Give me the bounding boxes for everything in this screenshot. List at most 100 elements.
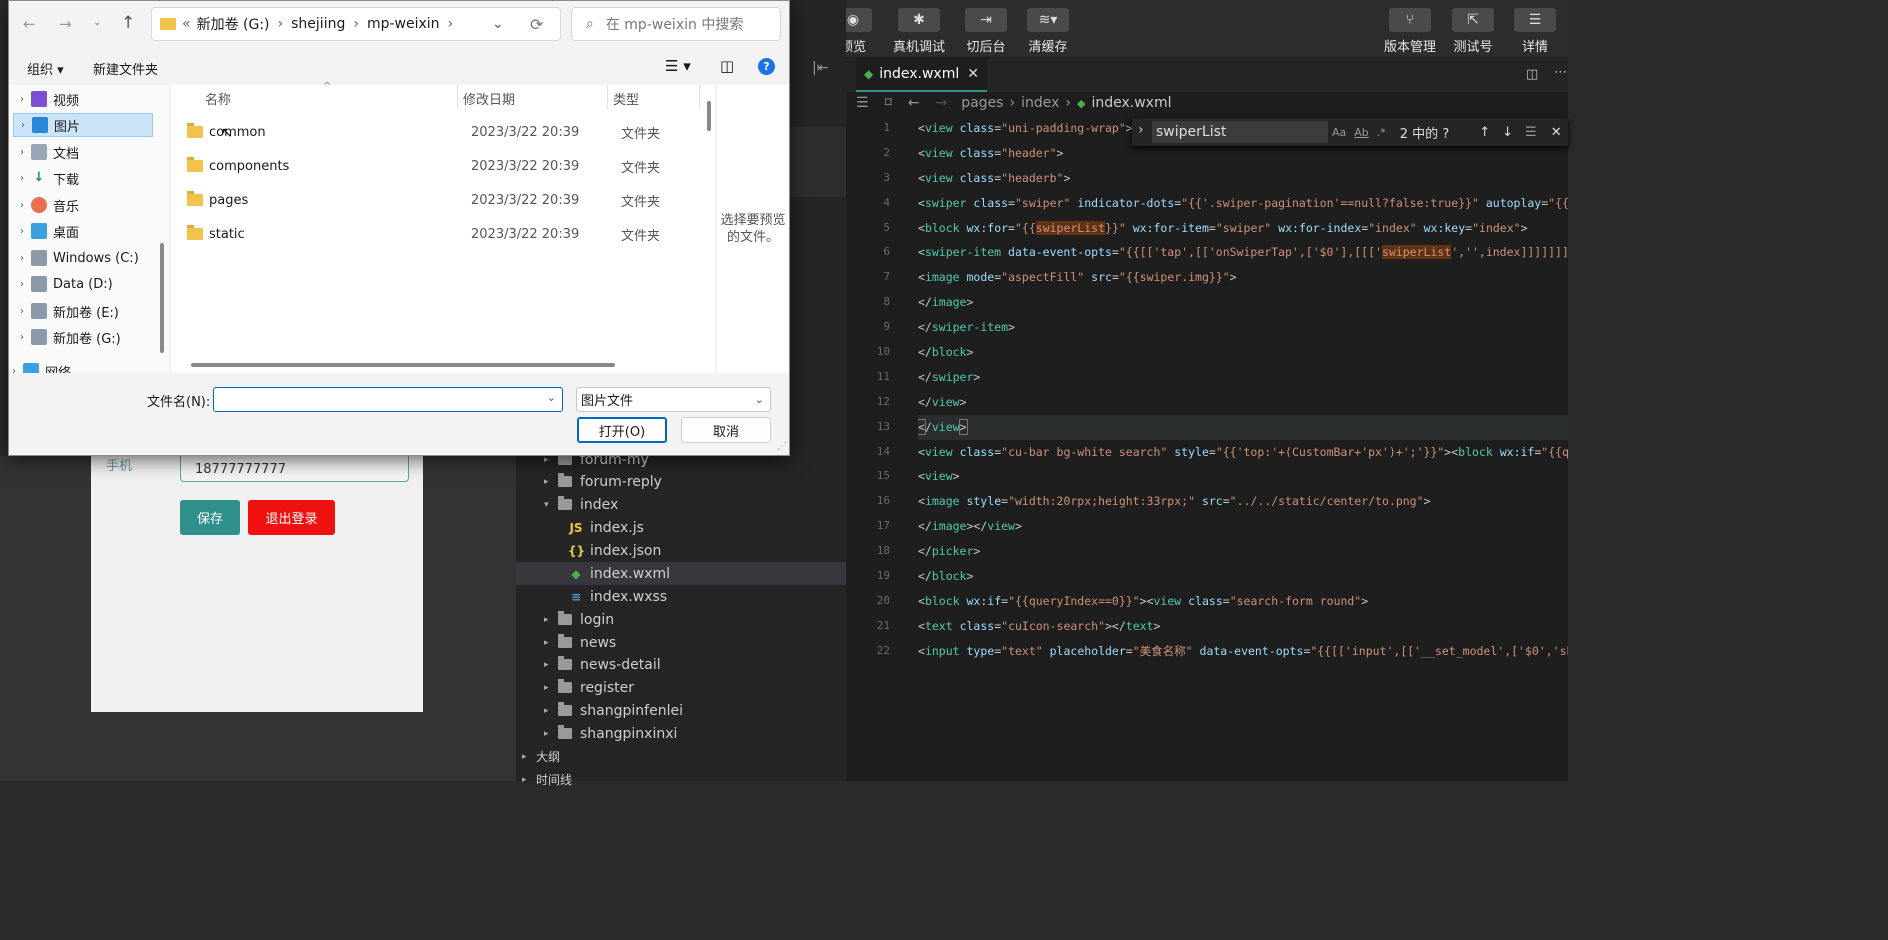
- code-line: </image>: [918, 295, 974, 310]
- timeline-section[interactable]: ▸ 时间线: [522, 768, 572, 791]
- nav-item-drive-e[interactable]: › 新加卷 (E:): [13, 299, 153, 323]
- list-item[interactable]: pages 2023/3/22 20:39 文件夹: [187, 187, 707, 213]
- file-type-select[interactable]: 图片文件 ⌄: [576, 387, 771, 412]
- preview-pane: 选择要预览的文件。: [717, 85, 789, 373]
- nav-item-downloads[interactable]: › ↓ 下载: [13, 166, 153, 190]
- split-editor-icon[interactable]: ◫: [1526, 67, 1538, 82]
- arrow-up-icon[interactable]: ↑: [1479, 125, 1490, 140]
- list-icon[interactable]: ☰: [856, 95, 869, 111]
- tab-index-wxml[interactable]: ◆ index.wxml ✕: [856, 58, 987, 92]
- column-header-date[interactable]: 修改日期: [463, 89, 515, 108]
- path-segment[interactable]: shejiing: [291, 16, 345, 32]
- vertical-scrollbar[interactable]: [707, 101, 711, 131]
- save-button[interactable]: 保存: [180, 500, 240, 535]
- chevron-down-icon[interactable]: ⌄: [547, 391, 556, 404]
- nav-item-pictures[interactable]: › 图片: [13, 113, 153, 137]
- chevron-right-icon[interactable]: ›: [1138, 122, 1144, 138]
- tree-item[interactable]: JS index.js: [568, 516, 644, 539]
- tree-item[interactable]: ≡ index.wxss: [568, 585, 667, 608]
- regex-icon[interactable]: .*: [1377, 126, 1386, 139]
- refresh-icon[interactable]: ⟳: [530, 15, 543, 34]
- arrow-up-icon[interactable]: ↑: [121, 13, 135, 33]
- whole-word-icon[interactable]: Ab: [1354, 126, 1369, 139]
- forward-icon[interactable]: →: [59, 15, 72, 33]
- list-item[interactable]: common 2023/3/22 20:39 文件夹: [187, 119, 707, 145]
- nav-item-drive-g[interactable]: › 新加卷 (G:): [13, 325, 153, 349]
- branch-icon: ⑂: [1389, 8, 1431, 32]
- help-icon[interactable]: ?: [758, 58, 775, 75]
- details-button[interactable]: ☰ 详情: [1514, 8, 1556, 55]
- remote-debug-button[interactable]: ✱ 真机调试: [893, 8, 945, 55]
- view-options-icon[interactable]: ☰ ▾: [665, 57, 691, 75]
- new-folder-button[interactable]: 新建文件夹: [93, 59, 158, 78]
- chevron-down-icon[interactable]: ⌄: [492, 16, 504, 32]
- tree-item[interactable]: {} index.json: [568, 539, 661, 562]
- tree-item[interactable]: ▾ index: [544, 493, 618, 516]
- nav-item-drive-c[interactable]: › Windows (C:): [13, 246, 153, 270]
- chevron-down-icon[interactable]: ⌄: [93, 17, 101, 28]
- forward-icon[interactable]: →: [935, 95, 947, 111]
- scrollbar[interactable]: [160, 243, 164, 353]
- tree-item[interactable]: ▸ forum-reply: [544, 470, 662, 493]
- open-button[interactable]: 打开(O): [577, 417, 667, 443]
- breadcrumb-item[interactable]: pages: [961, 95, 1003, 111]
- more-icon[interactable]: ⋯: [1554, 65, 1567, 80]
- collapse-pane-icon[interactable]: |⇤: [812, 60, 828, 76]
- test-account-button[interactable]: ⇱ 测试号: [1452, 8, 1494, 55]
- network-icon: [23, 363, 39, 373]
- tree-item[interactable]: ▸ login: [544, 608, 614, 631]
- tree-item[interactable]: ▸ news-detail: [544, 653, 661, 676]
- match-case-icon[interactable]: Aa: [1332, 126, 1346, 139]
- list-item[interactable]: components 2023/3/22 20:39 文件夹: [187, 153, 707, 179]
- code-line: <swiper class="swiper" indicator-dots="{…: [918, 195, 1568, 210]
- path-segment[interactable]: mp-weixin: [367, 16, 440, 32]
- nav-item-music[interactable]: › 音乐: [13, 193, 153, 217]
- clear-cache-button[interactable]: ≋▾ 清缓存: [1027, 8, 1069, 55]
- background-button[interactable]: ⇥ 切后台: [965, 8, 1007, 55]
- outline-section[interactable]: ▸ 大纲: [522, 745, 560, 768]
- preview-pane-icon[interactable]: ◫: [720, 57, 734, 75]
- chevron-down-icon: ⌄: [754, 393, 764, 406]
- download-icon: ↓: [33, 170, 45, 185]
- list-item[interactable]: static 2023/3/22 20:39 文件夹: [187, 221, 707, 247]
- version-button[interactable]: ⑂ 版本管理: [1384, 8, 1436, 55]
- horizontal-scrollbar[interactable]: [191, 363, 615, 367]
- selection-icon[interactable]: ☰: [1525, 125, 1537, 140]
- phone-input[interactable]: 18777777777: [180, 456, 409, 482]
- tree-item[interactable]: ▸ shangpinxinxi: [544, 722, 677, 745]
- close-icon[interactable]: ✕: [1551, 125, 1562, 140]
- code-line: </swiper-item>: [918, 320, 1015, 335]
- column-header-type[interactable]: 类型: [613, 89, 639, 108]
- breadcrumb-item[interactable]: index.wxml: [1091, 95, 1171, 111]
- arrow-down-icon[interactable]: ↓: [1502, 125, 1513, 140]
- nav-item-desktop[interactable]: › 桌面: [13, 219, 153, 243]
- path-segment[interactable]: 新加卷 (G:): [197, 14, 270, 34]
- nav-item-videos[interactable]: › 视频: [13, 87, 153, 111]
- address-bar[interactable]: « 新加卷 (G:) › shejiing › mp-weixin › ⌄ ⟳: [151, 7, 561, 41]
- folder-icon: [160, 18, 176, 30]
- organize-button[interactable]: 组织 ▾: [27, 59, 64, 78]
- line-number: 13: [876, 419, 890, 433]
- back-icon[interactable]: ←: [23, 15, 36, 33]
- tree-item[interactable]: ▸ news: [544, 631, 616, 654]
- bookmark-icon[interactable]: ⌑: [885, 95, 892, 111]
- cancel-button[interactable]: 取消: [681, 417, 771, 443]
- code-line: </swiper>: [918, 369, 981, 384]
- back-icon[interactable]: ←: [908, 95, 920, 111]
- nav-item-documents[interactable]: › 文档: [13, 140, 153, 164]
- resize-grip-icon[interactable]: ⋰: [777, 441, 787, 452]
- line-number: 18: [876, 544, 890, 558]
- filename-input[interactable]: ⌄: [213, 387, 563, 412]
- code-lines[interactable]: <view class="uni-padding-wrap"> <view cl…: [918, 116, 1568, 664]
- nav-item-network[interactable]: › 网络: [9, 359, 145, 373]
- find-input[interactable]: [1152, 121, 1328, 143]
- tree-item[interactable]: ▸ register: [544, 676, 634, 699]
- search-box[interactable]: ⌕ 在 mp-weixin 中搜索: [571, 7, 781, 41]
- breadcrumb-item[interactable]: index: [1021, 95, 1059, 111]
- column-header-name[interactable]: 名称: [205, 89, 231, 108]
- nav-item-drive-d[interactable]: › Data (D:): [13, 272, 153, 296]
- tree-item[interactable]: ▸ shangpinfenlei: [544, 699, 683, 722]
- logout-button[interactable]: 退出登录: [248, 500, 335, 535]
- close-icon[interactable]: ✕: [967, 66, 979, 82]
- tree-item-selected[interactable]: ◆ index.wxml: [516, 562, 846, 585]
